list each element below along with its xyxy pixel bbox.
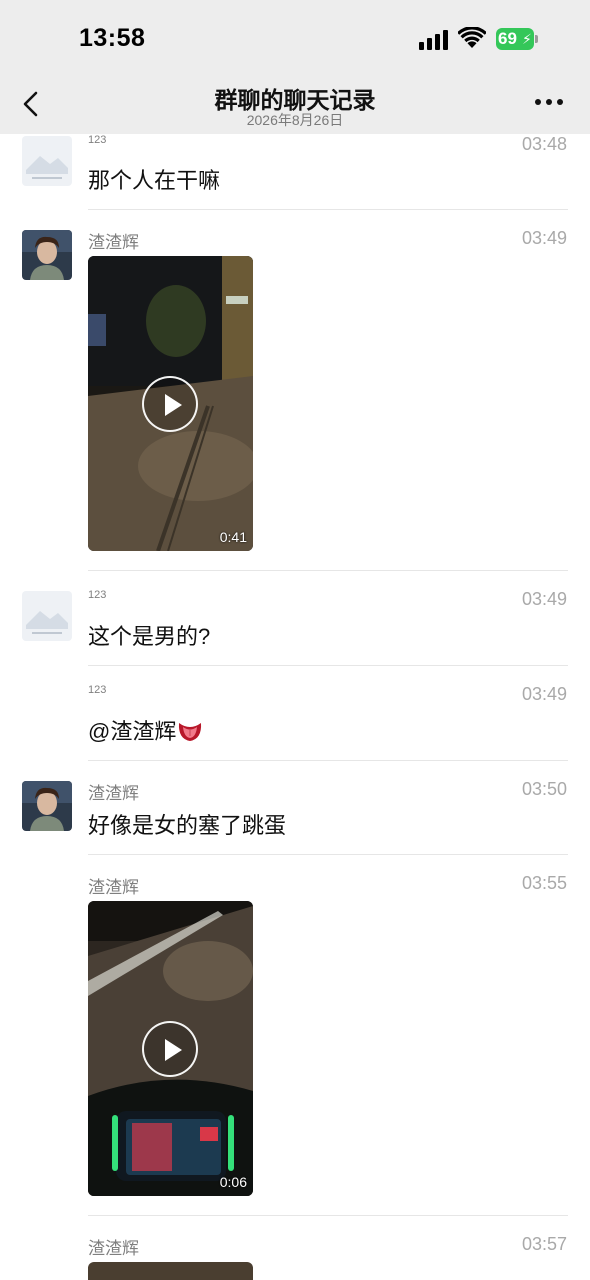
divider [88,854,568,855]
page-date: 2026年8月26日 [246,112,344,128]
play-button[interactable] [142,1021,198,1077]
play-icon [165,394,182,416]
chat-message: 渣渣辉 03:49 0:41 [0,228,590,571]
play-icon [165,1039,182,1061]
message-time: 03:50 [521,779,567,799]
message-text: 好像是女的塞了跳蛋 [88,813,287,838]
sender-name: 渣渣辉 [88,878,139,897]
battery-cap [535,35,538,43]
chat-message: 渣渣辉 03:57 [0,1234,590,1280]
message-time: 03:57 [521,1234,567,1254]
sender-name: 渣渣辉 [88,784,139,803]
sender-name: 123 [88,589,107,601]
play-button[interactable] [142,376,198,432]
video-thumbnail[interactable]: 0:06 [88,901,253,1196]
divider [88,665,568,666]
message-time: 03:55 [521,873,567,893]
message-time: 03:49 [521,589,567,609]
chat-message: 123 03:49 这个是男的? [0,589,590,666]
divider [88,760,568,761]
tongue-emoji [179,723,202,741]
sender-name: 123 [88,134,107,146]
divider [88,209,568,210]
sender-name: 渣渣辉 [88,1239,139,1258]
sender-name: 渣渣辉 [88,233,139,252]
video-duration: 0:06 [219,1174,247,1190]
wifi-icon [458,27,486,48]
signal-icon [419,30,448,50]
video-duration: 0:41 [219,529,247,545]
chat-message: 渣渣辉 03:50 好像是女的塞了跳蛋 [0,779,590,856]
user-avatar[interactable] [22,230,72,280]
divider [88,570,568,571]
message-text: @渣渣辉 [88,714,203,746]
nav-bar: 群聊的聊天记录 2026年8月26日 [0,78,590,134]
placeholder-avatar[interactable] [22,136,72,186]
message-text: 这个是男的? [88,624,211,649]
chat-message: 123 03:49 @渣渣辉 [0,684,590,761]
message-time: 03:48 [521,134,567,154]
video-thumbnail[interactable] [88,1262,253,1280]
status-time: 13:58 [79,24,146,52]
message-time: 03:49 [521,684,567,704]
placeholder-avatar[interactable] [22,591,72,641]
message-text: 那个人在干嘛 [88,168,221,193]
user-avatar[interactable] [22,781,72,831]
sender-name: 123 [88,684,107,696]
message-time: 03:49 [521,228,567,248]
video-thumbnail[interactable]: 0:41 [88,256,253,551]
status-bar: 13:58 69 ⚡ [0,0,590,78]
chat-message: 渣渣辉 03:55 0:06 [0,873,590,1216]
mention-text[interactable]: @渣渣辉 [88,719,176,744]
chat-message: 123 03:48 那个人在干嘛 [0,134,590,210]
more-dots-icon[interactable] [532,92,566,112]
battery-level: 69 [498,29,517,48]
divider [88,1215,568,1216]
battery-indicator: 69 ⚡ [496,28,540,50]
charging-bolt-icon: ⚡ [522,31,532,47]
